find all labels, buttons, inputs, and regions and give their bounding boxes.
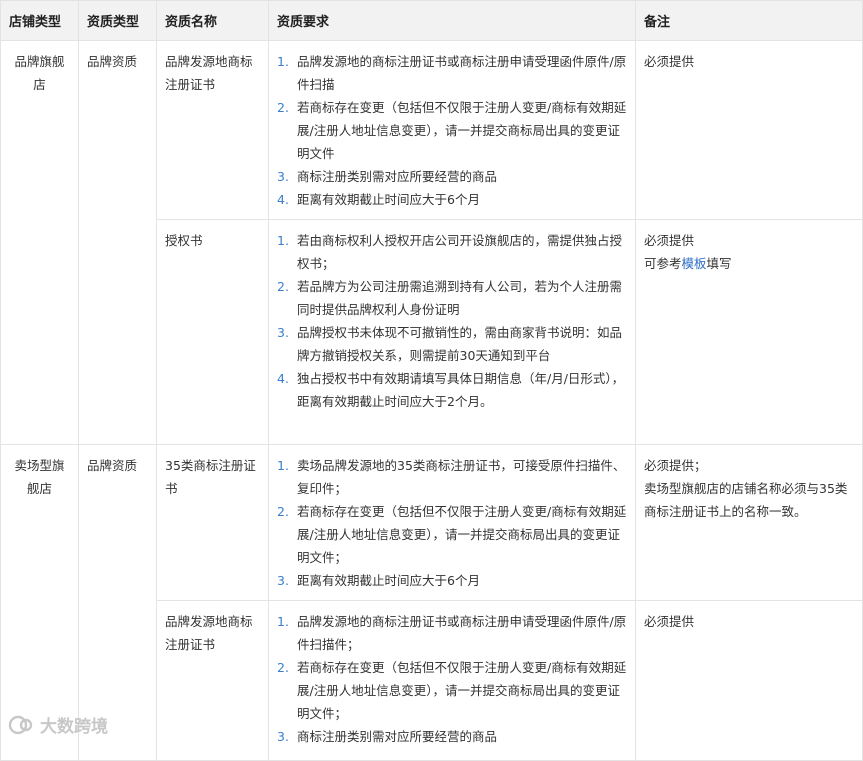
header-requirements: 资质要求 xyxy=(268,0,636,41)
header-qual-type: 资质类型 xyxy=(78,0,157,41)
header-shop-type: 店铺类型 xyxy=(0,0,79,41)
note-line: 可参考模板填写 xyxy=(644,256,732,271)
note-cell: 必须提供 xyxy=(635,600,863,761)
note-cell: 必须提供； 卖场型旗舰店的店铺名称必须与35类商标注册证书上的名称一致。 xyxy=(635,444,863,601)
list-item: 2. 若商标存在变更（包括但不仅限于注册人变更/商标有效期延展/注册人地址信息变更… xyxy=(277,100,627,161)
qualification-table: 店铺类型 资质类型 资质名称 资质要求 备注 品牌旗舰店 品牌资质 品牌发源地商… xyxy=(0,0,863,761)
note-cell: 必须提供 xyxy=(635,40,863,220)
watermark-text: 大数跨境 xyxy=(40,717,108,737)
list-item: 2. 若品牌方为公司注册需追溯到持有人公司，若为个人注册需同时提供品牌权利人身份证… xyxy=(277,279,623,317)
requirements-cell: 1. 品牌发源地的商标注册证书或商标注册申请受理函件原件/原件扫描 2. 若商标存在… xyxy=(268,40,636,220)
requirements-list: 1. 品牌发源地的商标注册证书或商标注册申请受理函件原件/原件扫描 2. 若商标存在… xyxy=(277,50,627,211)
list-item: 2. 若商标存在变更（包括但不仅限于注册人变更/商标有效期延展/注册人地址信息变更… xyxy=(277,504,627,565)
note-line: 必须提供； xyxy=(644,458,707,473)
qual-name-cell: 品牌发源地商标注册证书 xyxy=(156,600,269,761)
list-item: 4. 独占授权书中有效期请填写具体日期信息（年/月/日形式），距离有效期截止时间应… xyxy=(277,371,625,409)
note-line: 必须提供 xyxy=(644,233,695,248)
watermark: 大数跨境 xyxy=(8,712,108,737)
requirements-cell: 1. 卖场品牌发源地的35类商标注册证书，可接受原件扫描件、复印件； 2. 若商标存… xyxy=(268,444,636,601)
requirements-cell: 1. 若由商标权利人授权开店公司开设旗舰店的，需提供独占授权书； 2. 若品牌方为公… xyxy=(268,219,636,445)
list-item: 4. 距离有效期截止时间应大于6个月 xyxy=(277,192,480,207)
note-cell: 必须提供 可参考模板填写 xyxy=(635,219,863,445)
table-header-row: 店铺类型 资质类型 资质名称 资质要求 备注 xyxy=(0,0,863,41)
requirements-cell: 1. 品牌发源地的商标注册证书或商标注册申请受理函件原件/原件扫描件； 2. 若商标… xyxy=(268,600,636,761)
table-row: 品牌旗舰店 品牌资质 品牌发源地商标注册证书 1. 品牌发源地的商标注册证书或商标… xyxy=(0,40,863,445)
list-item: 1. 品牌发源地的商标注册证书或商标注册申请受理函件原件/原件扫描件； xyxy=(277,614,627,652)
qual-type-cell: 品牌资质 xyxy=(78,40,157,445)
list-item: 3. 品牌授权书未体现不可撤销性的，需由商家背书说明：如品牌方撤销授权关系，则需提… xyxy=(277,325,623,363)
shop-type-cell: 品牌旗舰店 xyxy=(0,40,79,445)
list-item: 1. 若由商标权利人授权开店公司开设旗舰店的，需提供独占授权书； xyxy=(277,233,623,271)
list-item: 3. 商标注册类别需对应所要经营的商品 xyxy=(277,729,498,744)
list-item: 2. 若商标存在变更（包括但不仅限于注册人变更/商标有效期延展/注册人地址信息变更… xyxy=(277,660,627,721)
list-item: 3. 商标注册类别需对应所要经营的商品 xyxy=(277,169,498,184)
header-qual-name: 资质名称 xyxy=(156,0,269,41)
logo-icon xyxy=(8,715,33,734)
header-note: 备注 xyxy=(635,0,863,41)
list-item: 1. 品牌发源地的商标注册证书或商标注册申请受理函件原件/原件扫描 xyxy=(277,54,627,92)
list-item: 1. 卖场品牌发源地的35类商标注册证书，可接受原件扫描件、复印件； xyxy=(277,458,626,496)
note-line: 卖场型旗舰店的店铺名称必须与35类商标注册证书上的名称一致。 xyxy=(644,481,848,519)
list-item: 3. 距离有效期截止时间应大于6个月 xyxy=(277,573,480,588)
table-row: 卖场型旗舰店 品牌资质 35类商标注册证书 1. 卖场品牌发源地的35类商标注册证… xyxy=(0,444,863,761)
requirements-list: 1. 若由商标权利人授权开店公司开设旗舰店的，需提供独占授权书； 2. 若品牌方为公… xyxy=(277,229,627,413)
qual-name-cell: 授权书 xyxy=(156,219,269,445)
requirements-list: 1. 卖场品牌发源地的35类商标注册证书，可接受原件扫描件、复印件； 2. 若商标存… xyxy=(277,454,627,592)
requirements-list: 1. 品牌发源地的商标注册证书或商标注册申请受理函件原件/原件扫描件； 2. 若商标… xyxy=(277,610,627,748)
qual-name-cell: 品牌发源地商标注册证书 xyxy=(156,40,269,220)
qual-name-cell: 35类商标注册证书 xyxy=(156,444,269,601)
template-link[interactable]: 模板 xyxy=(682,256,707,271)
